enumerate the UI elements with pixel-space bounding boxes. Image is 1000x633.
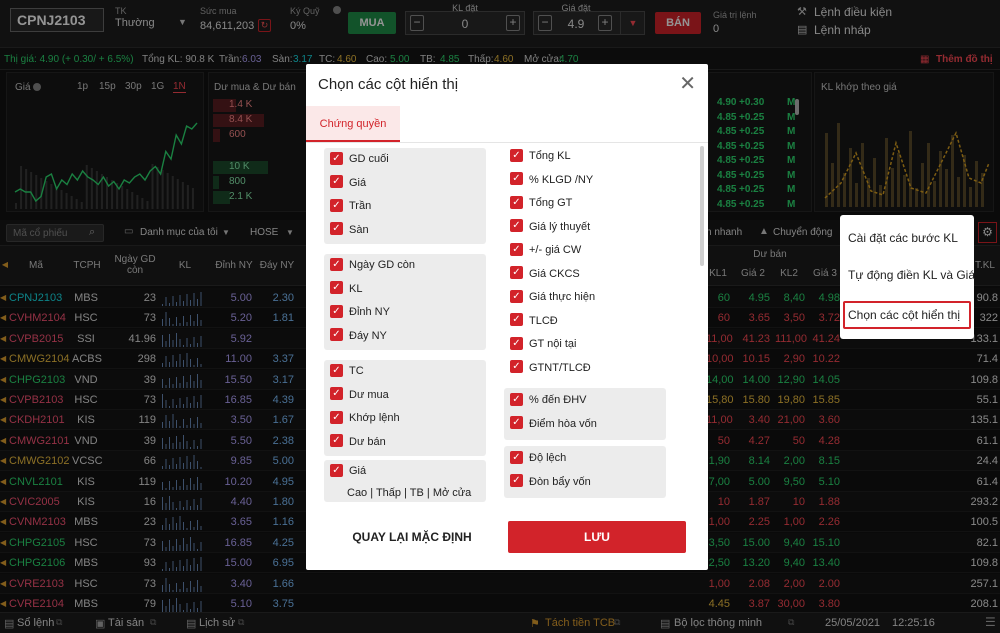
checkbox-checked-icon[interactable]: ✓ — [510, 195, 523, 209]
checkbox-checked-icon[interactable]: ✓ — [510, 336, 523, 350]
checkbox-label: Đỉnh NY — [349, 306, 390, 318]
column-checkbox[interactable]: ✓ GTNT/TLCĐ — [510, 360, 591, 377]
column-checkbox[interactable]: ✓ GD cuối — [330, 151, 389, 168]
modal-scrollbar[interactable] — [700, 146, 704, 266]
column-checkbox[interactable]: ✓ GT nội tại — [510, 336, 577, 353]
save-button[interactable]: LƯU — [508, 521, 686, 553]
checkbox-checked-icon[interactable]: ✓ — [330, 463, 343, 477]
checkbox-label: TLCĐ — [529, 314, 558, 327]
column-checkbox[interactable]: ✓ KL — [330, 281, 363, 298]
checkbox-label: Tổng KL — [529, 150, 571, 162]
column-checkbox[interactable]: ✓ Dư mua — [330, 387, 389, 404]
column-checkbox[interactable]: ✓ Đỉnh NY — [330, 304, 390, 321]
column-checkbox[interactable]: ✓ +/- giá CW — [510, 242, 582, 259]
checkbox-checked-icon[interactable]: ✓ — [330, 410, 343, 424]
checkbox-checked-icon[interactable]: ✓ — [510, 172, 523, 186]
column-checkbox[interactable]: ✓ Giá — [330, 463, 367, 480]
checkbox-checked-icon[interactable]: ✓ — [510, 416, 523, 430]
menu-item-autofill[interactable]: Tự động điền KL và Giá — [848, 268, 975, 282]
checkbox-checked-icon[interactable]: ✓ — [330, 257, 343, 271]
column-checkbox[interactable]: ✓ Khớp lệnh — [330, 410, 400, 427]
menu-item-volume-steps[interactable]: Cài đặt các bước KL — [848, 231, 958, 245]
reset-default-button[interactable]: QUAY LẠI MẶC ĐỊNH — [326, 521, 498, 553]
checkbox-label: Trần — [349, 200, 372, 212]
checkbox-checked-icon[interactable]: ✓ — [330, 175, 343, 189]
checkbox-checked-icon[interactable]: ✓ — [330, 328, 343, 342]
checkbox-checked-icon[interactable]: ✓ — [510, 148, 523, 162]
checkbox-checked-icon[interactable]: ✓ — [510, 242, 523, 256]
checkbox-label: Giá CKCS — [529, 267, 580, 280]
column-checkbox[interactable]: ✓ Đáy NY — [330, 328, 387, 345]
column-checkbox[interactable]: ✓ Tổng GT — [510, 195, 573, 212]
price-sub-options: Cao | Thấp | TB | Mở cửa — [347, 487, 472, 499]
checkbox-label: Điểm hòa vốn — [529, 417, 597, 430]
column-checkbox[interactable]: ✓ TC — [330, 363, 364, 380]
checkbox-label: Giá — [349, 176, 367, 189]
checkbox-checked-icon[interactable]: ✓ — [330, 281, 343, 295]
menu-item-select-columns[interactable]: Chọn các cột hiển thị — [843, 301, 971, 329]
checkbox-label: Dư mua — [349, 388, 389, 401]
checkbox-label: Đòn bẩy vốn — [529, 475, 591, 488]
column-checkbox[interactable]: ✓ TLCĐ — [510, 313, 558, 330]
checkbox-label: Khớp lệnh — [349, 412, 400, 424]
checkbox-checked-icon[interactable]: ✓ — [510, 450, 523, 464]
checkbox-label: +/- giá CW — [529, 244, 582, 256]
checkbox-checked-icon[interactable]: ✓ — [330, 198, 343, 212]
checkbox-label: % đến ĐHV — [529, 394, 587, 406]
checkbox-label: Giá thực hiện — [529, 291, 596, 303]
checkbox-checked-icon[interactable]: ✓ — [330, 151, 343, 165]
checkbox-checked-icon[interactable]: ✓ — [330, 304, 343, 318]
checkbox-label: % KLGD /NY — [529, 173, 594, 186]
column-checkbox[interactable]: ✓ Giá CKCS — [510, 266, 580, 283]
column-checkbox[interactable]: ✓ Sàn — [330, 222, 369, 239]
checkbox-label: Giá lý thuyết — [529, 220, 591, 233]
checkbox-label: KL — [349, 282, 363, 295]
column-checkbox[interactable]: ✓ % đến ĐHV — [510, 392, 587, 409]
modal-title: Chọn các cột hiển thị — [318, 76, 459, 93]
checkbox-label: Sàn — [349, 223, 369, 236]
checkbox-label: GTNT/TLCĐ — [529, 361, 591, 374]
settings-dropdown-menu: Cài đặt các bước KL Tự động điền KL và G… — [840, 215, 975, 339]
column-checkbox[interactable]: ✓ Giá — [330, 175, 367, 192]
column-checkbox[interactable]: ✓ Tổng KL — [510, 148, 571, 165]
column-checkbox[interactable]: ✓ Độ lệch — [510, 450, 567, 467]
checkbox-label: TC — [349, 365, 364, 377]
checkbox-label: Ngày GD còn — [349, 259, 416, 271]
checkbox-checked-icon[interactable]: ✓ — [510, 313, 523, 327]
column-checkbox[interactable]: ✓ % KLGD /NY — [510, 172, 594, 189]
checkbox-label: Tổng GT — [529, 197, 573, 209]
checkbox-checked-icon[interactable]: ✓ — [330, 363, 343, 377]
column-checkbox[interactable]: ✓ Ngày GD còn — [330, 257, 416, 274]
checkbox-label: GT nội tại — [529, 338, 577, 350]
column-checkbox[interactable]: ✓ Giá thực hiện — [510, 289, 596, 306]
column-selection-modal: Chọn các cột hiển thị ✕ Chứng quyền QUAY… — [306, 64, 708, 570]
close-icon[interactable]: ✕ — [679, 74, 696, 94]
checkbox-label: Đáy NY — [349, 329, 387, 342]
menu-item-label: Chọn các cột hiển thị — [848, 308, 961, 322]
checkbox-checked-icon[interactable]: ✓ — [330, 434, 343, 448]
checkbox-checked-icon[interactable]: ✓ — [510, 474, 523, 488]
column-checkbox[interactable]: ✓ Dư bán — [330, 434, 386, 451]
checkbox-checked-icon[interactable]: ✓ — [510, 219, 523, 233]
checkbox-checked-icon[interactable]: ✓ — [510, 289, 523, 303]
checkbox-checked-icon[interactable]: ✓ — [510, 392, 523, 406]
checkbox-label: Độ lệch — [529, 452, 567, 464]
checkbox-label: Dư bán — [349, 435, 386, 448]
column-checkbox[interactable]: ✓ Đòn bẩy vốn — [510, 474, 591, 491]
tab-divider — [306, 142, 708, 143]
checkbox-checked-icon[interactable]: ✓ — [330, 222, 343, 236]
column-checkbox[interactable]: ✓ Giá lý thuyết — [510, 219, 591, 236]
column-checkbox[interactable]: ✓ Trần — [330, 198, 372, 215]
checkbox-checked-icon[interactable]: ✓ — [510, 266, 523, 280]
column-checkbox[interactable]: ✓ Điểm hòa vốn — [510, 416, 597, 433]
checkbox-checked-icon[interactable]: ✓ — [330, 387, 343, 401]
checkbox-label: GD cuối — [349, 153, 389, 165]
checkbox-checked-icon[interactable]: ✓ — [510, 360, 523, 374]
tab-warrants[interactable]: Chứng quyền — [306, 106, 400, 142]
checkbox-label: Giá — [349, 465, 367, 477]
